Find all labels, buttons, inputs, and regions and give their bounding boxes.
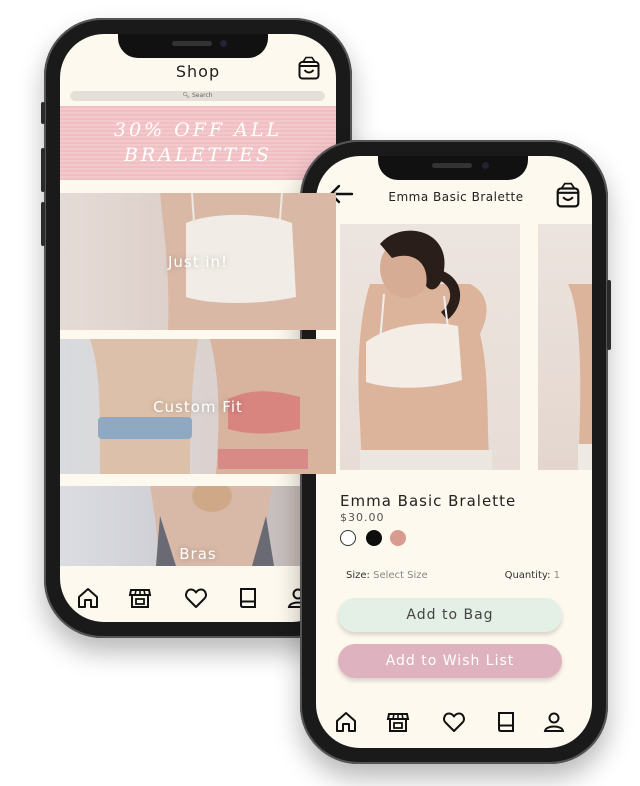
- volume-down-button: [41, 202, 45, 246]
- page-title: Shop: [175, 62, 221, 81]
- product-screen: Emma Basic Bralette Emma Basic Bralette …: [316, 156, 592, 748]
- size-label: Size:: [346, 570, 370, 581]
- shopping-bag-icon[interactable]: [556, 182, 580, 208]
- category-custom-fit[interactable]: Custom Fit: [60, 339, 336, 474]
- power-button: [607, 280, 611, 350]
- product-header-title: Emma Basic Bralette: [388, 190, 524, 204]
- volume-up-button: [41, 148, 45, 192]
- phone-shop: Shop 🔍︎ Search 30% OFF ALL BRALETTES Jus…: [41, 18, 352, 638]
- home-icon[interactable]: [76, 586, 100, 610]
- swatch-rose[interactable]: [390, 530, 406, 546]
- home-icon[interactable]: [334, 710, 358, 734]
- quantity-value: 1: [553, 570, 560, 581]
- heart-icon[interactable]: [184, 586, 208, 610]
- bottom-nav: [60, 578, 336, 618]
- size-value: Select Size: [373, 570, 428, 581]
- product-photo: [358, 230, 492, 470]
- notch: [118, 34, 268, 58]
- user-icon[interactable]: [542, 710, 566, 734]
- phone-product: Emma Basic Bralette Emma Basic Bralette …: [300, 140, 611, 764]
- promo-text: 30% OFF ALL BRALETTES: [113, 119, 283, 166]
- swatch-black[interactable]: [366, 530, 382, 546]
- notch: [378, 156, 528, 180]
- quantity-selector[interactable]: Quantity: 1: [505, 570, 560, 581]
- shop-screen: Shop 🔍︎ Search 30% OFF ALL BRALETTES Jus…: [60, 34, 336, 622]
- category-just-in[interactable]: Just in!: [60, 193, 336, 330]
- quantity-label: Quantity:: [504, 570, 551, 581]
- category-label: Bras: [179, 545, 217, 563]
- book-icon[interactable]: [494, 710, 518, 734]
- promo-banner[interactable]: 30% OFF ALL BRALETTES: [60, 106, 336, 180]
- bottom-nav: [316, 700, 592, 740]
- category-bras[interactable]: Bras: [60, 486, 336, 566]
- product-name: Emma Basic Bralette: [340, 492, 517, 510]
- store-icon[interactable]: [386, 710, 410, 734]
- product-price: $30.00: [340, 511, 385, 524]
- product-photo: [568, 284, 592, 470]
- category-label: Custom Fit: [153, 397, 243, 416]
- heart-icon[interactable]: [442, 710, 466, 734]
- search-input[interactable]: 🔍︎ Search: [70, 91, 325, 101]
- swatch-white[interactable]: [340, 530, 356, 546]
- add-to-wishlist-button[interactable]: Add to Wish List: [338, 644, 562, 678]
- book-icon[interactable]: [236, 586, 260, 610]
- category-label: Just in!: [167, 252, 229, 271]
- search-icon: 🔍︎: [182, 92, 191, 99]
- store-icon[interactable]: [128, 586, 152, 610]
- size-selector[interactable]: Size: Select Size: [346, 570, 428, 581]
- silent-switch: [41, 102, 45, 124]
- search-placeholder: Search: [191, 92, 213, 99]
- product-image-main[interactable]: [340, 224, 520, 470]
- shopping-bag-icon[interactable]: [298, 56, 320, 80]
- add-to-bag-button[interactable]: Add to Bag: [338, 598, 562, 632]
- product-image-next[interactable]: [538, 224, 592, 470]
